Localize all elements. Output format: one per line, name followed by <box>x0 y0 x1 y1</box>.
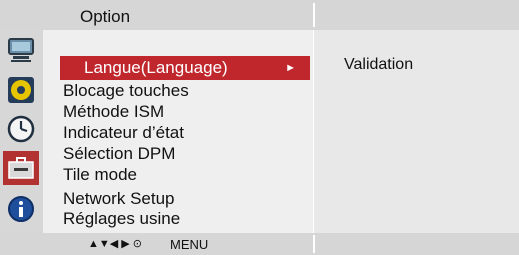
info-icon <box>8 196 34 222</box>
menu-item-ism-method[interactable]: Méthode ISM <box>63 102 164 122</box>
category-time[interactable] <box>3 112 39 146</box>
toolbox-icon <box>8 157 34 179</box>
audio-disc-icon <box>8 77 34 103</box>
menu-item-network-setup[interactable]: Network Setup <box>63 189 175 209</box>
menu-item-power-indicator[interactable]: Indicateur d’état <box>63 123 184 143</box>
page-title: Option <box>80 7 131 26</box>
menu-item-label: Langue(Language) <box>84 58 228 77</box>
osd-footer: ▲▼◀ ▶ ⊙ MENU <box>0 233 519 255</box>
footer-divider <box>313 235 315 253</box>
submenu-arrow-icon: ► <box>285 62 296 74</box>
osd-header: Option <box>0 0 519 30</box>
menu-item-tile-mode[interactable]: Tile mode <box>63 165 137 185</box>
category-icon-column <box>0 30 43 233</box>
submenu-panel: Validation <box>314 30 519 233</box>
menu-item-dpm-select[interactable]: Sélection DPM <box>63 144 175 164</box>
header-divider <box>313 3 315 27</box>
clock-icon <box>7 115 35 143</box>
navigation-hint-icons: ▲▼◀ ▶ ⊙ <box>88 238 143 250</box>
submenu-validation-label[interactable]: Validation <box>344 56 413 74</box>
menu-item-language[interactable]: Langue(Language) ► <box>60 56 310 80</box>
monitor-icon <box>8 38 34 62</box>
category-information[interactable] <box>3 192 39 226</box>
option-menu-panel: Langue(Language) ► Blocage touches Métho… <box>43 30 313 233</box>
menu-hint-label: MENU <box>170 237 209 252</box>
category-audio[interactable] <box>3 73 39 107</box>
osd-window: Option Langue(Language) ► Blocage touche… <box>0 0 519 255</box>
category-option[interactable] <box>3 151 39 185</box>
menu-item-key-lock[interactable]: Blocage touches <box>63 81 189 101</box>
menu-item-factory-reset[interactable]: Réglages usine <box>63 209 180 229</box>
category-picture[interactable] <box>3 34 39 68</box>
